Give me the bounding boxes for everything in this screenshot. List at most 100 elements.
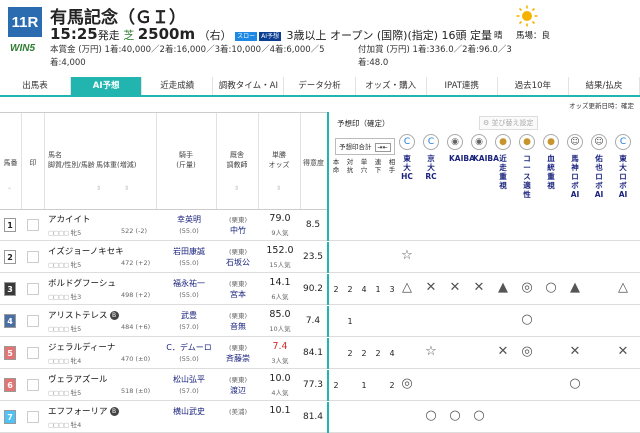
blinker-icon: B [109,407,119,416]
stable-area: (栗東) [228,312,248,320]
horse-name-text: アカイイト [48,215,91,225]
medal-icon[interactable]: ● [519,134,535,150]
tab-data[interactable]: データ分析 [284,77,356,95]
trainer-name[interactable]: 斉藤崇 [221,353,255,364]
table-row[interactable]: 6 ヴェラアズール ▢▢▢▢ 牡5 518 (±0) 松山弘平 (57.0) (… [0,370,640,401]
robot-icon[interactable]: ◉ [471,134,487,150]
table-row[interactable]: 4 アリストテレス B ▢▢▢▢ 牡5 484 (+6) 武豊 (57.0) (栗… [0,306,640,337]
prediction-mark: ✕ [569,344,581,359]
horse-name[interactable]: アカイイト [48,213,91,225]
table-row[interactable]: 7 エフフォーリア B ▢▢▢▢ 牡4 横山武史 (美浦) 10.1 81.4 ○… [0,402,640,433]
c-icon[interactable]: C [399,134,415,150]
predictor-name[interactable]: 近走重視 [497,154,509,190]
predictor-name[interactable]: 馬神ロボAI [569,154,581,199]
mark-select[interactable] [27,219,39,231]
prediction-count: 2 [375,349,381,358]
c-icon[interactable]: C [423,134,439,150]
win-odds: 152.0 [266,245,294,256]
jockey-name[interactable]: 岩田康誠 [164,246,214,257]
trainer-name[interactable]: 石坂公 [221,257,255,268]
predictor-name[interactable]: 東大HC [401,154,413,181]
table-row[interactable]: 3 ボルドグフーシュ ▢▢▢▢ 牡3 498 (+2) 福永祐一 (55.0) … [0,274,640,305]
prediction-count: 4 [389,349,395,358]
mark-select[interactable] [27,347,39,359]
horse-name[interactable]: ボルドグフーシュ [48,277,116,289]
predictor-name[interactable]: KAIBA [449,154,475,163]
tab-ai-yosou[interactable]: AI予想 [71,77,143,95]
trainer-name[interactable]: 宮本 [221,289,255,300]
sort-icon[interactable]: ⇕ [96,185,101,192]
tab-kinsou[interactable]: 近走成績 [142,77,214,95]
predictor-name[interactable]: KAIBA [473,154,499,163]
trainer-name[interactable]: 渡辺 [221,385,255,396]
sort-icon[interactable]: ⇕ [276,185,281,192]
prediction-mark: ○ [569,376,581,391]
predictor-name[interactable]: 血統重視 [545,154,557,190]
avatar-icon[interactable]: ☺ [567,134,583,150]
gear-icon: ⚙ [483,119,490,127]
direction: （右） [198,29,232,42]
horse-sub: ▢▢▢▢ 牡5 [48,323,81,333]
horse-weight: 518 (±0) [121,387,151,395]
sort-settings-button[interactable]: ⚙ 並び替え設定 [479,116,538,130]
horse-weight: 484 (+6) [121,323,151,331]
predictor-name[interactable]: コース適性 [521,154,533,199]
col-tokui: 得意度 [303,159,324,167]
horse-name[interactable]: エフフォーリア B [48,405,119,417]
prediction-count: 2 [347,285,353,294]
count-header: 単穴 [360,158,368,174]
jockey-name[interactable]: 横山武史 [164,406,214,417]
jockey-weight: (55.0) [179,259,199,267]
mark-select[interactable] [27,411,39,423]
sort-icon[interactable]: ⇕ [124,185,129,192]
horse-name[interactable]: ジェラルディーナ [48,341,115,353]
tab-odds[interactable]: オッズ・購入 [356,77,427,95]
win-odds: 7.4 [272,341,288,352]
mark-select[interactable] [27,251,39,263]
tab-shutsuba[interactable]: 出馬表 [0,77,72,95]
sort-icon[interactable]: ⌃ [7,187,12,194]
predictor-name[interactable]: 京大RC [425,154,437,181]
horse-name[interactable]: イズジョーノキセキ [48,245,124,257]
track-condition: 馬場：良 [516,31,551,41]
mark-select[interactable] [27,379,39,391]
table-row[interactable]: 1 アカイイト ▢▢▢▢ 牝5 522 (-2) 幸英明 (55.0) (栗東)… [0,210,640,241]
col-horse: 馬名 [48,151,62,159]
trainer-name[interactable]: 音無 [221,321,255,332]
col-weight: 馬体重(増減) [96,161,137,169]
avatar-icon[interactable]: ☺ [591,134,607,150]
horse-name[interactable]: アリストテレス B [48,309,119,321]
medal-icon[interactable]: ● [495,134,511,150]
horse-weight: 470 (±0) [121,355,151,363]
sort-icon[interactable]: ⇕ [234,185,239,192]
race-condition: 3歳以上 オープン (国際)(指定) 16頭 定量 [286,29,493,42]
count-header: 連下 [374,158,382,174]
jockey-name[interactable]: C．デムーロ [164,342,214,353]
mark-select[interactable] [27,283,39,295]
trainer-name[interactable]: 中竹 [221,225,255,236]
prediction-mark: ◎ [521,280,533,295]
robot-icon[interactable]: ◉ [447,134,463,150]
jockey-name[interactable]: 武豊 [164,310,214,321]
prediction-mark: ○ [545,280,557,295]
jockey-name[interactable]: 松山弘平 [164,374,214,385]
prediction-total-button[interactable]: 予想印合計 ⇥⇤ [335,138,395,155]
tokui-score: 7.4 [305,316,321,326]
horse-name[interactable]: ヴェラアズール [48,373,108,385]
predictor-name[interactable]: 佑也ロボAI [593,154,605,199]
tab-past10[interactable]: 過去10年 [498,77,569,95]
tab-result[interactable]: 結果/払戻 [569,77,640,95]
tab-ipat[interactable]: IPAT連携 [427,77,498,95]
medal-icon[interactable]: ● [543,134,559,150]
predictor-name[interactable]: 東大ロボAI [617,154,629,199]
prediction-mark: ▲ [570,280,580,295]
table-row[interactable]: 5 ジェラルディーナ ▢▢▢▢ 牝4 470 (±0) C．デムーロ (55.0… [0,338,640,369]
mark-select[interactable] [27,315,39,327]
umaban-badge: 2 [4,250,16,264]
table-row[interactable]: 2 イズジョーノキセキ ▢▢▢▢ 牝5 472 (+2) 岩田康誠 (55.0)… [0,242,640,273]
jockey-name[interactable]: 福永祐一 [164,278,214,289]
jockey-name[interactable]: 幸英明 [164,214,214,225]
prize-add-line2: 着:48.0 [358,58,389,68]
tab-chokyo[interactable]: 調教タイム・AI [213,77,285,95]
c-icon[interactable]: C [615,134,631,150]
